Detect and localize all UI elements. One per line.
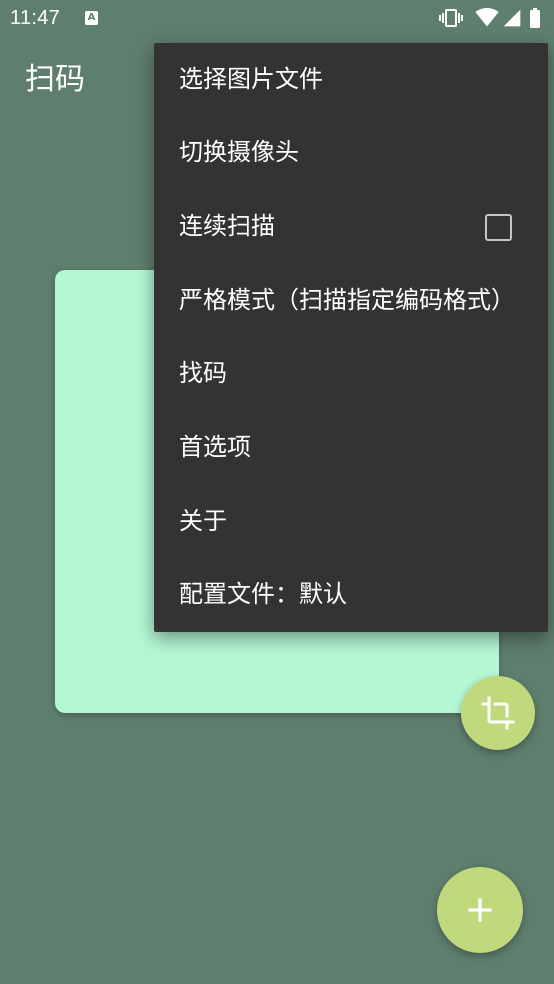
status-time: 11:47 [10,7,61,29]
continuous-scan-checkbox[interactable] [485,214,512,242]
overflow-menu: 选择图片文件 切换摄像头 连续扫描 严格模式（扫描指定编码格式） 找码 首选项 … [154,43,548,632]
menu-item-switch-camera[interactable]: 切换摄像头 [154,117,548,191]
input-method-icon: A [85,11,98,25]
menu-item-select-image-file[interactable]: 选择图片文件 [154,43,548,117]
menu-item-about[interactable]: 关于 [154,485,548,559]
crop-button[interactable] [461,676,535,750]
menu-item-profile[interactable]: 配置文件：默认 [154,558,548,632]
vibrate-icon [439,9,463,27]
menu-item-strict-mode[interactable]: 严格模式（扫描指定编码格式） [154,264,548,338]
menu-item-label: 选择图片文件 [179,65,323,93]
signal-icon [503,9,521,27]
status-bar: 11:47 A [0,0,554,36]
menu-item-label: 严格模式（扫描指定编码格式） [179,286,515,314]
menu-item-preferences[interactable]: 首选项 [154,411,548,485]
menu-item-label: 切换摄像头 [179,139,299,167]
page-title: 扫码 [25,63,85,96]
menu-item-continuous-scan[interactable]: 连续扫描 [154,190,548,264]
menu-item-find-code[interactable]: 找码 [154,338,548,412]
menu-item-label: 关于 [179,507,227,535]
add-button[interactable] [437,867,523,953]
battery-icon [530,8,540,28]
menu-item-label: 找码 [179,360,227,388]
menu-item-label: 连续扫描 [179,213,275,241]
menu-item-label: 配置文件：默认 [179,581,347,609]
wifi-icon [475,8,499,27]
menu-item-label: 首选项 [179,433,251,461]
add-icon [468,898,492,922]
crop-icon [481,696,515,730]
